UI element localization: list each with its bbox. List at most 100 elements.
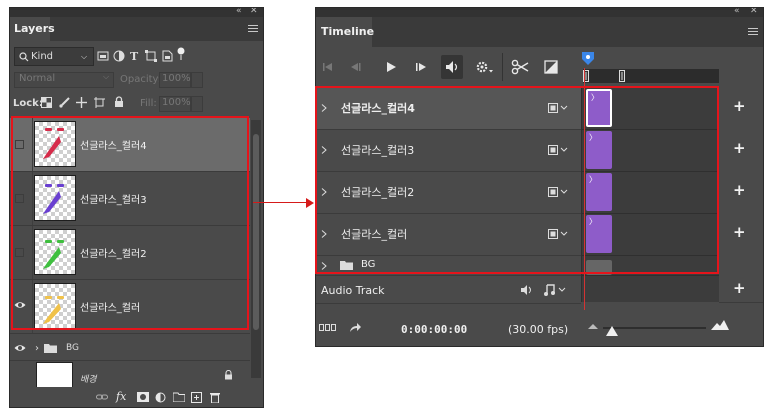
- close-icon[interactable]: ✕: [750, 8, 758, 16]
- track-row[interactable]: 선글라스_컬러2: [316, 171, 581, 214]
- panel-menu-icon[interactable]: [248, 25, 258, 33]
- expand-chevron-icon[interactable]: [321, 146, 327, 154]
- group-name[interactable]: BG: [66, 343, 79, 353]
- adjustment-filter-icon[interactable]: [113, 50, 125, 62]
- expand-chevron-icon[interactable]: ›: [35, 343, 39, 354]
- film-dropdown-icon[interactable]: [548, 145, 570, 155]
- frame-mode-icon[interactable]: [319, 324, 337, 332]
- zoom-slider-track[interactable]: [603, 327, 706, 329]
- layer-row[interactable]: 선글라스_컬러2: [10, 226, 250, 280]
- time-ruler[interactable]: [581, 47, 719, 87]
- timeline-lanes[interactable]: 〉 〉 〉 〉: [581, 87, 719, 302]
- video-clip[interactable]: 〉: [586, 215, 612, 253]
- lock-brush-icon[interactable]: [59, 97, 70, 108]
- lock-artboard-icon[interactable]: [94, 97, 105, 108]
- group-row-bg[interactable]: › BG: [10, 338, 250, 361]
- opacity-dropdown[interactable]: [191, 72, 203, 88]
- group-clip[interactable]: [586, 260, 612, 275]
- current-timecode[interactable]: 0:00:00:00: [401, 323, 467, 336]
- pixel-filter-icon[interactable]: [97, 50, 109, 62]
- hidden-checkbox[interactable]: [15, 140, 24, 149]
- film-dropdown-icon[interactable]: [548, 229, 570, 239]
- video-clip[interactable]: 〉: [586, 173, 612, 211]
- type-filter-icon[interactable]: T: [129, 50, 141, 62]
- link-icon[interactable]: [96, 392, 108, 402]
- render-video-icon[interactable]: [349, 322, 362, 333]
- lock-transparent-icon[interactable]: [41, 97, 52, 108]
- expand-chevron-icon[interactable]: [321, 262, 327, 270]
- layer-row[interactable]: 선글라스_컬러3: [10, 172, 250, 226]
- split-scissors-icon[interactable]: [511, 59, 529, 75]
- filter-kind-select[interactable]: Kind ⌵: [14, 47, 94, 66]
- film-dropdown-icon[interactable]: [548, 187, 570, 197]
- fill-dropdown[interactable]: [191, 96, 203, 112]
- layer-name[interactable]: 배경: [80, 372, 97, 385]
- mask-icon[interactable]: [137, 392, 149, 402]
- panel-menu-icon[interactable]: [748, 28, 758, 36]
- visibility-toggle[interactable]: [10, 118, 33, 171]
- expand-chevron-icon[interactable]: [321, 230, 327, 238]
- visibility-toggle[interactable]: [10, 226, 33, 279]
- zoom-out-mountain-icon[interactable]: [588, 323, 598, 329]
- layer-name[interactable]: 선글라스_컬러: [80, 299, 140, 314]
- go-to-first-frame-icon[interactable]: [321, 59, 337, 75]
- shape-filter-icon[interactable]: [145, 50, 157, 62]
- zoom-slider-thumb[interactable]: [606, 326, 618, 336]
- add-media-button[interactable]: +: [733, 141, 746, 156]
- add-media-button[interactable]: +: [733, 225, 746, 240]
- smart-object-filter-icon[interactable]: [161, 50, 173, 62]
- video-clip[interactable]: 〉: [586, 89, 612, 127]
- playhead-icon[interactable]: [581, 51, 595, 69]
- filter-toggle-icon[interactable]: [176, 47, 188, 60]
- scrollbar-thumb[interactable]: [253, 134, 259, 330]
- layer-row[interactable]: 선글라스_컬러: [10, 280, 250, 334]
- layers-scrollbar[interactable]: [251, 120, 261, 378]
- film-dropdown-icon[interactable]: [548, 103, 570, 113]
- background-layer-row[interactable]: 배경: [10, 360, 250, 389]
- layer-name[interactable]: 선글라스_컬러2: [80, 245, 147, 260]
- audio-track-row[interactable]: Audio Track: [316, 275, 581, 304]
- opacity-field[interactable]: 100%: [159, 72, 191, 88]
- next-frame-icon[interactable]: [414, 59, 430, 75]
- collapse-icon[interactable]: «: [734, 8, 740, 16]
- transition-icon[interactable]: [544, 59, 560, 75]
- eye-icon[interactable]: [14, 300, 26, 310]
- blend-mode-select[interactable]: Normal ⌵: [14, 72, 114, 88]
- new-group-icon[interactable]: [173, 392, 185, 402]
- speaker-icon[interactable]: [521, 285, 535, 295]
- collapse-icon[interactable]: «: [236, 8, 242, 16]
- lock-position-icon[interactable]: [76, 97, 87, 108]
- visibility-toggle[interactable]: [10, 172, 33, 225]
- tab-timeline[interactable]: Timeline: [316, 17, 374, 47]
- trash-icon[interactable]: [210, 392, 221, 403]
- zoom-in-mountain-icon[interactable]: [711, 320, 729, 330]
- fill-field[interactable]: 100%: [159, 96, 191, 112]
- previous-frame-icon[interactable]: [349, 59, 365, 75]
- visibility-toggle[interactable]: [10, 280, 33, 333]
- track-row[interactable]: 선글라스_컬러4: [316, 87, 581, 130]
- layer-row[interactable]: 선글라스_컬러4: [10, 118, 250, 172]
- add-media-button[interactable]: +: [733, 99, 746, 114]
- expand-chevron-icon[interactable]: [321, 104, 327, 112]
- add-audio-button[interactable]: +: [733, 281, 746, 296]
- work-area-end-handle[interactable]: [619, 70, 625, 82]
- video-clip[interactable]: 〉: [586, 131, 612, 169]
- gear-icon[interactable]: [475, 59, 495, 75]
- layer-name[interactable]: 선글라스_컬러3: [80, 191, 147, 206]
- expand-chevron-icon[interactable]: [321, 188, 327, 196]
- add-media-button[interactable]: +: [733, 183, 746, 198]
- audio-toggle-button[interactable]: [441, 55, 463, 79]
- new-layer-icon[interactable]: [191, 392, 202, 403]
- group-track-row[interactable]: BG: [316, 255, 581, 276]
- fx-icon[interactable]: fx: [116, 390, 130, 403]
- close-icon[interactable]: ✕: [250, 8, 258, 16]
- track-row[interactable]: 선글라스_컬러: [316, 213, 581, 256]
- layer-name[interactable]: 선글라스_컬러4: [80, 137, 147, 152]
- hidden-checkbox[interactable]: [15, 248, 24, 257]
- eye-icon[interactable]: [14, 343, 26, 353]
- music-note-dropdown-icon[interactable]: [544, 284, 568, 296]
- track-row[interactable]: 선글라스_컬러3: [316, 129, 581, 172]
- tab-layers[interactable]: Layers: [10, 17, 55, 41]
- play-icon[interactable]: [384, 59, 400, 75]
- hidden-checkbox[interactable]: [15, 194, 24, 203]
